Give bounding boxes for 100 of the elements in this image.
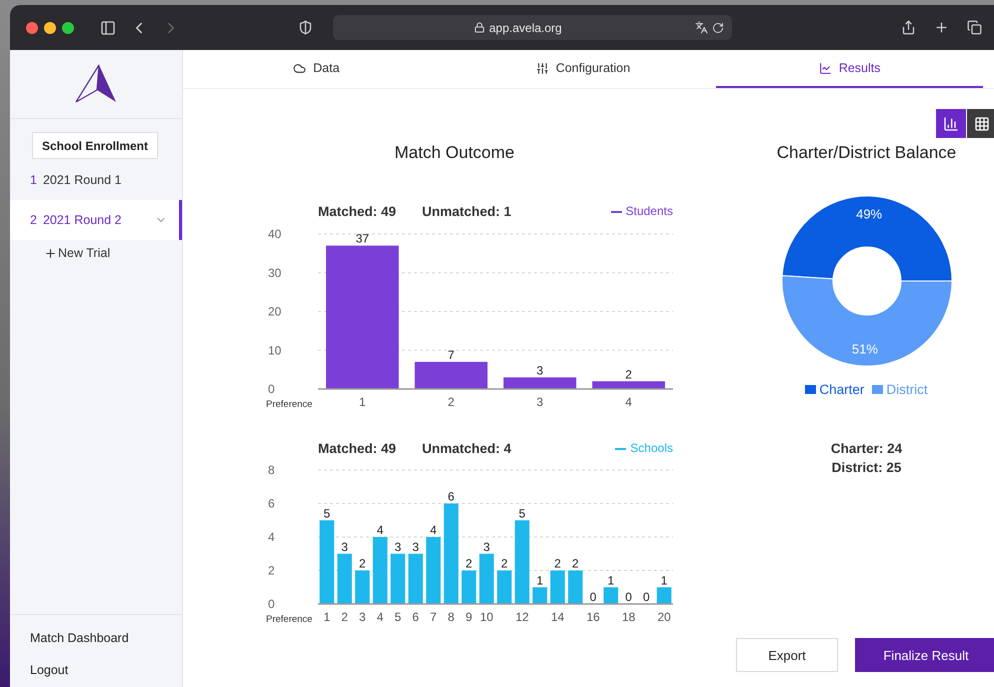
round-label: 2021 Round 1	[42, 173, 122, 187]
bar-value-label: 3	[483, 540, 490, 554]
round-number: 2	[30, 213, 37, 227]
bar-value-label: 7	[448, 348, 454, 362]
axis-title: Preference	[266, 399, 312, 410]
bar	[337, 554, 352, 604]
matched-count: Matched: 49	[318, 440, 396, 456]
bar-value-label: 3	[394, 540, 402, 554]
bar-value-label: 2	[554, 556, 561, 570]
bar-value-label: 4	[376, 523, 384, 537]
bar	[426, 537, 441, 604]
bar	[372, 537, 388, 604]
bar	[462, 570, 476, 604]
axis-tick-label: 20	[268, 304, 282, 318]
bar	[656, 587, 672, 604]
round-number: 1	[30, 173, 37, 187]
logo-icon	[75, 64, 117, 104]
reload-icon[interactable]	[712, 22, 724, 34]
matched-count: Matched: 49	[318, 204, 396, 218]
new-tab-icon[interactable]	[934, 20, 949, 35]
tab[interactable]: Configuration	[450, 50, 716, 88]
bar	[408, 554, 423, 604]
tabs-overview-icon[interactable]	[967, 20, 982, 35]
axis-tick-label: 9	[466, 610, 472, 624]
chart-view-button[interactable]	[936, 109, 966, 138]
axis-tick-label: 1	[324, 610, 330, 624]
sidebar-link[interactable]: Logout	[30, 663, 182, 677]
axis-tick-label: 30	[268, 266, 282, 280]
bar-value-label: 0	[643, 590, 650, 604]
bar	[390, 554, 406, 604]
axis-tick-label: 0	[268, 382, 275, 396]
finalize-button[interactable]: Finalize Result	[855, 638, 994, 672]
legend-item: District	[872, 382, 928, 397]
line-chart-icon	[818, 62, 832, 74]
round-item[interactable]: 1 2021 Round 1	[10, 160, 182, 200]
bar-value-label: 3	[412, 540, 419, 554]
axis-tick-label: 2	[268, 564, 275, 578]
shield-icon[interactable]	[298, 20, 313, 35]
bar	[532, 587, 548, 604]
axis-tick-label: 4	[376, 610, 384, 624]
export-button[interactable]: Export	[736, 638, 838, 672]
translate-icon[interactable]	[695, 21, 708, 34]
axis-tick-label: 4	[625, 395, 632, 409]
bar-value-label: 2	[625, 367, 632, 382]
chart-legend: Students	[610, 204, 673, 218]
axis-tick-label: 10	[268, 343, 282, 358]
bar-value-label: 2	[572, 556, 579, 570]
slice-percent-label: 51%	[851, 341, 878, 356]
chart-title: Match Outcome	[394, 142, 514, 164]
bar	[479, 554, 494, 604]
sliders-icon	[536, 62, 549, 74]
bar-value-label: 37	[356, 232, 370, 246]
axis-tick-label: 40	[268, 227, 282, 241]
table-view-button[interactable]	[967, 109, 994, 138]
axis-tick-label: 7	[430, 610, 437, 624]
share-icon[interactable]	[901, 20, 916, 35]
total-count: Charter: 24	[830, 441, 902, 456]
axis-tick-label: 0	[268, 597, 275, 611]
project-button[interactable]: School Enrollment	[32, 132, 158, 159]
axis-tick-label: 6	[412, 610, 419, 624]
bar	[550, 570, 565, 604]
url-text: app.avela.org	[489, 20, 562, 34]
bar-value-label: 4	[430, 523, 437, 537]
minimize-button[interactable]	[44, 22, 56, 34]
axis-tick-label: 4	[268, 530, 275, 544]
close-button[interactable]	[26, 22, 38, 34]
sidebar-toggle-icon[interactable]	[100, 20, 116, 36]
tab[interactable]: Results	[716, 50, 984, 88]
bar-value-label: 0	[625, 590, 632, 604]
plus-icon	[44, 246, 57, 260]
tab[interactable]: Data	[183, 50, 450, 88]
new-trial-link[interactable]: New Trial	[44, 246, 182, 260]
bar-value-label: 3	[536, 363, 544, 378]
bar-value-label: 2	[501, 556, 508, 570]
bar-value-label: 2	[466, 556, 472, 570]
axis-tick-label: 5	[394, 610, 402, 624]
axis-tick-label: 16	[586, 610, 600, 624]
bar-value-label: 1	[660, 573, 668, 588]
axis-tick-label: 8	[448, 610, 454, 624]
axis-tick-label: 3	[359, 610, 366, 624]
bar-chart-icon	[943, 116, 959, 132]
chart-title: Charter/District Balance	[776, 142, 956, 164]
total-count: District: 25	[832, 460, 902, 475]
chart-legend: Schools	[615, 441, 673, 455]
bar-value-label: 2	[359, 556, 366, 570]
bar-value-label: 0	[590, 590, 596, 604]
bar	[604, 587, 618, 604]
cloud-icon	[293, 62, 306, 74]
maximize-button[interactable]	[62, 22, 74, 34]
axis-title: Preference	[266, 614, 312, 625]
lock-icon	[474, 22, 486, 33]
bar-value-label: 5	[324, 506, 330, 520]
round-label: 2021 Round 2	[42, 213, 122, 227]
sidebar-link[interactable]: Match Dashboard	[30, 631, 182, 645]
round-item[interactable]: 2 2021 Round 2	[10, 200, 182, 240]
bar	[568, 570, 583, 604]
bar-value-label: 1	[536, 573, 544, 588]
address-bar[interactable]: app.avela.org	[333, 15, 732, 40]
bar-value-label: 6	[448, 490, 454, 504]
axis-tick-label: 10	[480, 610, 494, 624]
